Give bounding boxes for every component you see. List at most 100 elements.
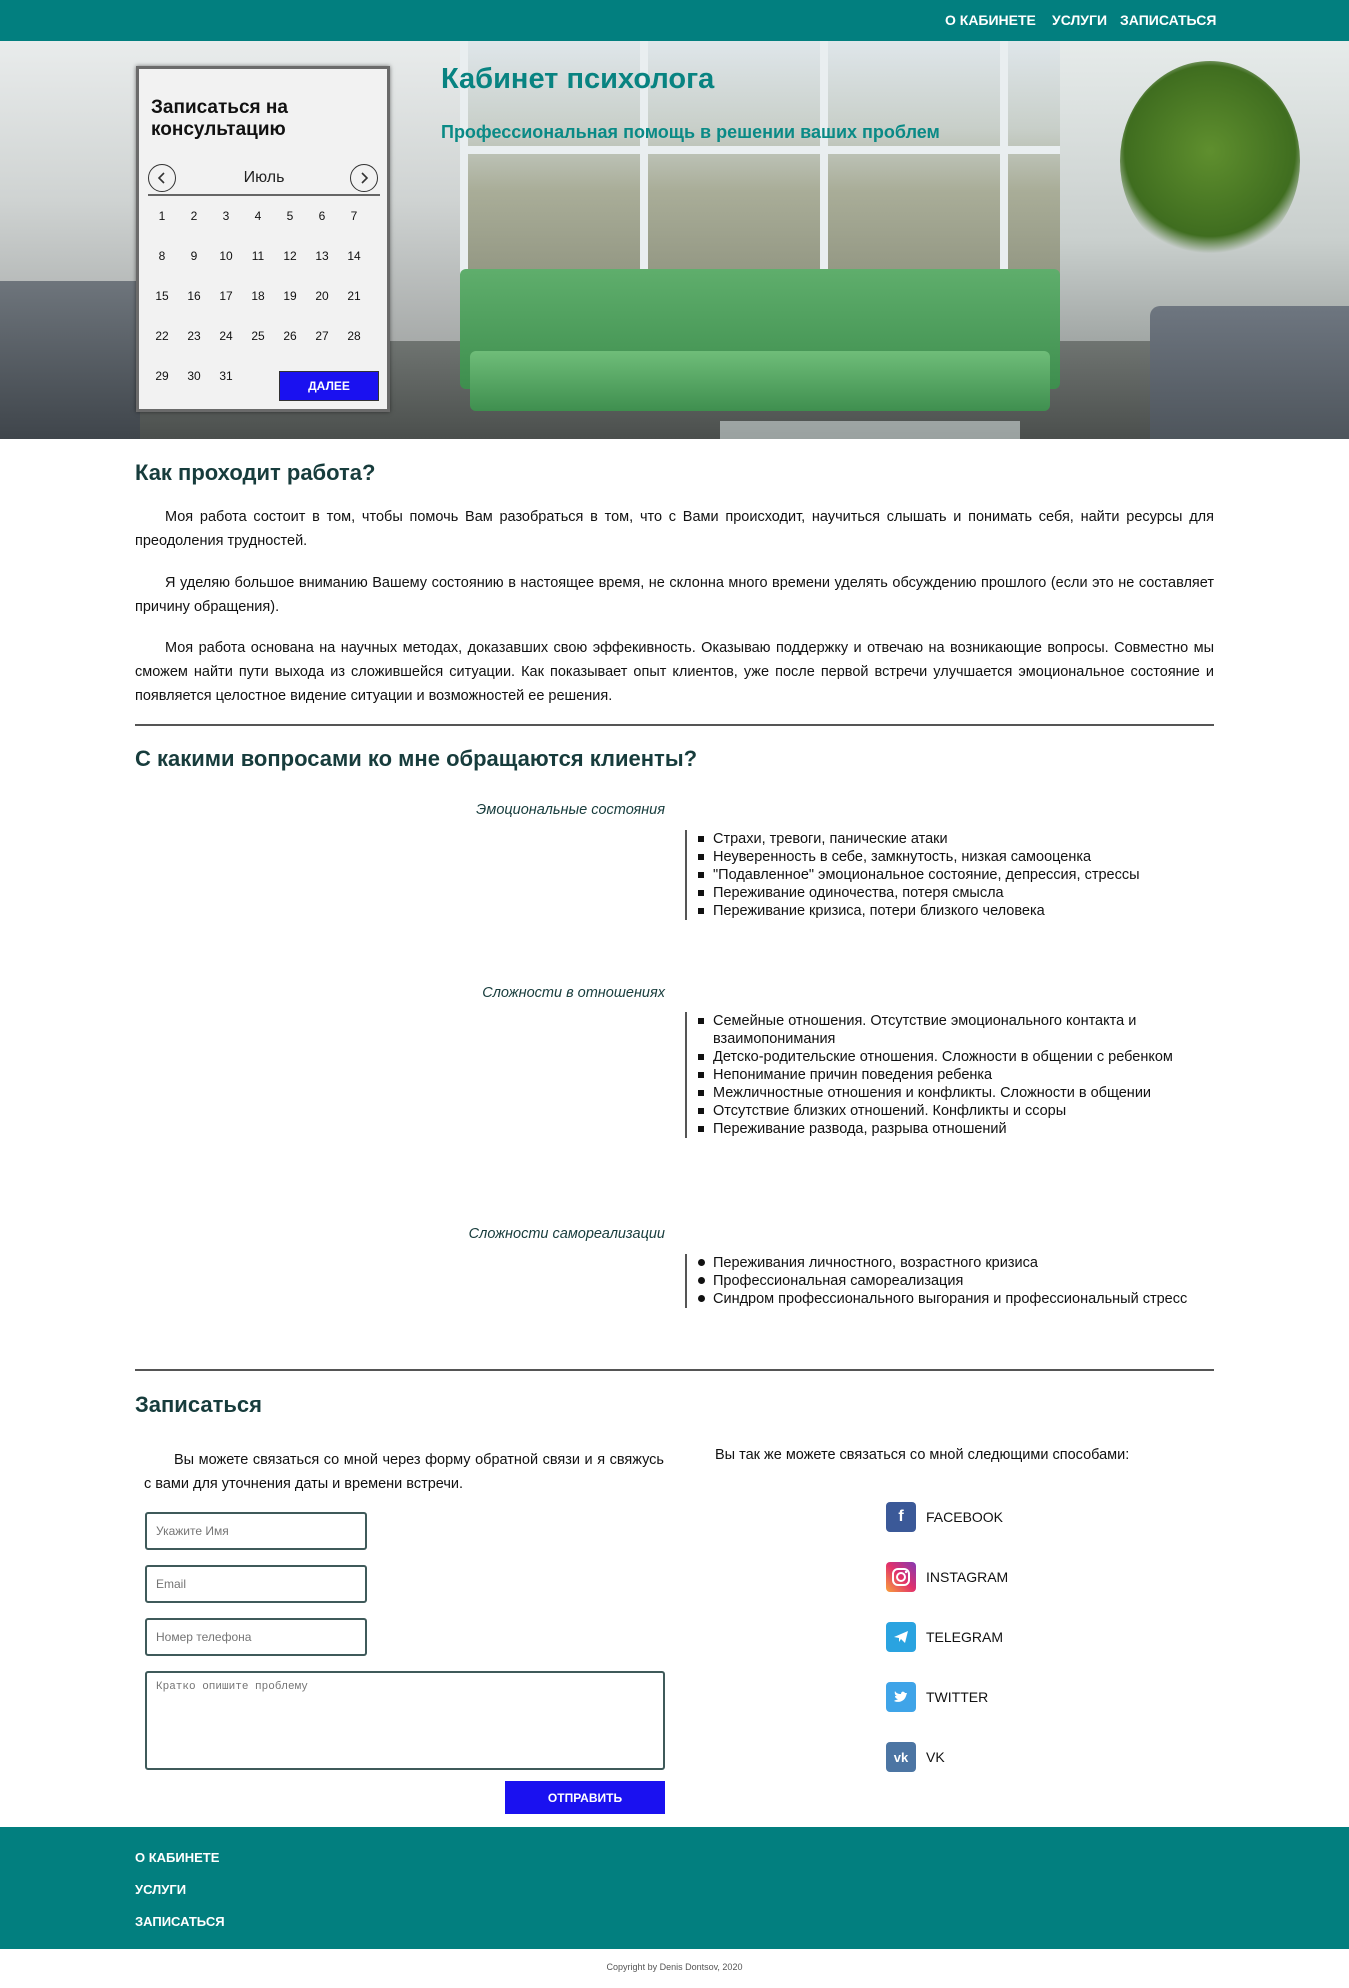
social-link-facebook[interactable]: f FACEBOOK — [886, 1501, 1003, 1533]
calendar-day[interactable]: 28 — [340, 329, 368, 343]
list-item: Переживания личностного, возрастного кри… — [695, 1254, 1215, 1272]
category-label-relations: Сложности в отношениях — [482, 985, 665, 1001]
calendar-day[interactable]: 20 — [308, 289, 336, 303]
calendar-title: Записаться на консультацию — [151, 97, 288, 140]
calendar-day[interactable]: 29 — [148, 369, 176, 383]
calendar-month-nav: Июль — [148, 164, 380, 196]
top-nav: О КАБИНЕТЕ УСЛУГИ ЗАПИСАТЬСЯ — [0, 0, 1349, 41]
calendar-day[interactable]: 31 — [212, 369, 240, 383]
list-item: "Подавленное" эмоциональное состояние, д… — [695, 866, 1215, 884]
work-paragraph-1: Моя работа состоит в том, чтобы помочь В… — [135, 509, 1214, 549]
calendar-day[interactable]: 18 — [244, 289, 272, 303]
calendar-day[interactable]: 27 — [308, 329, 336, 343]
list-item: Семейные отношения. Отсутствие эмоционал… — [695, 1012, 1215, 1048]
calendar-day[interactable]: 26 — [276, 329, 304, 343]
calendar-day[interactable]: 21 — [340, 289, 368, 303]
calendar-next-button[interactable]: ДАЛЕЕ — [279, 371, 379, 401]
calendar-day[interactable]: 7 — [340, 209, 368, 223]
calendar-day[interactable]: 1 — [148, 209, 176, 223]
calendar-day[interactable]: 5 — [276, 209, 304, 223]
social-link-vk[interactable]: vk VK — [886, 1741, 945, 1773]
category-list-relations: Семейные отношения. Отсутствие эмоционал… — [685, 1012, 1215, 1138]
telegram-icon — [886, 1622, 916, 1652]
hero-plant — [1120, 61, 1300, 261]
facebook-icon: f — [886, 1502, 916, 1532]
social-label: TELEGRAM — [926, 1629, 1004, 1645]
page-title: Кабинет психолога — [441, 63, 715, 95]
category-list-emotional: Страхи, тревоги, панические атаки Неувер… — [685, 830, 1215, 920]
social-link-twitter[interactable]: TWITTER — [886, 1681, 988, 1713]
calendar-month-label: Июль — [243, 169, 285, 186]
social-label: FACEBOOK — [926, 1509, 1004, 1525]
hero-sofa-seat — [470, 351, 1050, 411]
social-link-instagram[interactable]: INSTAGRAM — [886, 1561, 1008, 1593]
calendar-day[interactable]: 10 — [212, 249, 240, 263]
list-item: Переживание кризиса, потери близкого чел… — [695, 902, 1215, 920]
calendar-day[interactable]: 25 — [244, 329, 272, 343]
page-subtitle: Профессиональная помощь в решении ваших … — [441, 122, 940, 142]
calendar-day[interactable]: 3 — [212, 209, 240, 223]
social-label: TWITTER — [926, 1689, 989, 1705]
email-field[interactable] — [145, 1565, 367, 1603]
name-field[interactable] — [145, 1512, 367, 1550]
calendar-day[interactable]: 14 — [340, 249, 368, 263]
calendar-day[interactable]: 24 — [212, 329, 240, 343]
work-paragraph-2: Я уделяю большое вниманию Вашему состоян… — [135, 575, 1214, 615]
list-item: Отсутствие близких отношений. Конфликты … — [695, 1102, 1215, 1120]
calendar-day[interactable]: 6 — [308, 209, 336, 223]
nav-link-services[interactable]: УСЛУГИ — [1052, 12, 1107, 28]
nav-link-about[interactable]: О КАБИНЕТЕ — [945, 12, 1036, 28]
send-button[interactable]: ОТПРАВИТЬ — [505, 1781, 665, 1814]
calendar-day[interactable]: 4 — [244, 209, 272, 223]
nav-link-signup[interactable]: ЗАПИСАТЬСЯ — [1120, 12, 1216, 28]
list-item: Переживание развода, разрыва отношений — [695, 1120, 1215, 1138]
social-link-telegram[interactable]: TELEGRAM — [886, 1621, 1003, 1653]
list-item: Межличностные отношения и конфликты. Сло… — [695, 1084, 1215, 1102]
list-item: Непонимание причин поведения ребенка — [695, 1066, 1215, 1084]
booking-calendar: Записаться на консультацию Июль 12345678… — [136, 66, 390, 412]
phone-field[interactable] — [145, 1618, 367, 1656]
problem-textarea[interactable] — [145, 1671, 665, 1770]
list-item: Детско-родительские отношения. Сложности… — [695, 1048, 1215, 1066]
hero-chair-left — [0, 281, 140, 439]
calendar-day[interactable]: 12 — [276, 249, 304, 263]
footer-link-about[interactable]: О КАБИНЕТЕ — [135, 1850, 219, 1865]
calendar-day[interactable]: 22 — [148, 329, 176, 343]
calendar-day[interactable]: 19 — [276, 289, 304, 303]
calendar-day[interactable]: 15 — [148, 289, 176, 303]
twitter-icon — [886, 1682, 916, 1712]
divider — [135, 1369, 1214, 1371]
section-title-work: Как проходит работа? — [135, 460, 376, 485]
contact-intro: Вы можете связаться со мной через форму … — [144, 1452, 664, 1492]
social-label: INSTAGRAM — [926, 1569, 1009, 1585]
vk-icon: vk — [886, 1742, 916, 1772]
section-title-contact: Записаться — [135, 1392, 262, 1417]
calendar-day[interactable]: 13 — [308, 249, 336, 263]
contact-other-ways: Вы так же можете связаться со мной следю… — [715, 1447, 1130, 1463]
divider — [135, 724, 1214, 726]
calendar-day[interactable]: 30 — [180, 369, 208, 383]
social-label: VK — [926, 1749, 945, 1765]
calendar-day[interactable]: 23 — [180, 329, 208, 343]
category-list-selfrealization: Переживания личностного, возрастного кри… — [685, 1254, 1215, 1308]
category-label-emotional: Эмоциональные состояния — [476, 802, 665, 818]
list-item: Страхи, тревоги, панические атаки — [695, 830, 1215, 848]
footer-link-services[interactable]: УСЛУГИ — [135, 1882, 186, 1897]
calendar-day[interactable]: 2 — [180, 209, 208, 223]
copyright: Copyright by Denis Dontsov, 2020 — [606, 1962, 743, 1972]
hero-table — [720, 421, 1020, 439]
category-label-selfrealization: Сложности самореализации — [468, 1226, 665, 1242]
instagram-icon — [886, 1562, 916, 1592]
footer: О КАБИНЕТЕ УСЛУГИ ЗАПИСАТЬСЯ — [0, 1827, 1349, 1949]
chevron-right-icon[interactable] — [350, 164, 378, 192]
calendar-day[interactable]: 17 — [212, 289, 240, 303]
calendar-day[interactable]: 9 — [180, 249, 208, 263]
calendar-day[interactable]: 11 — [244, 249, 272, 263]
hero-chair-right — [1150, 306, 1349, 439]
list-item: Неуверенность в себе, замкнутость, низка… — [695, 848, 1215, 866]
list-item: Профессиональная самореализация — [695, 1272, 1215, 1290]
footer-link-signup[interactable]: ЗАПИСАТЬСЯ — [135, 1914, 225, 1929]
work-paragraph-3: Моя работа основана на научных методах, … — [135, 640, 1214, 704]
calendar-day[interactable]: 16 — [180, 289, 208, 303]
calendar-day[interactable]: 8 — [148, 249, 176, 263]
